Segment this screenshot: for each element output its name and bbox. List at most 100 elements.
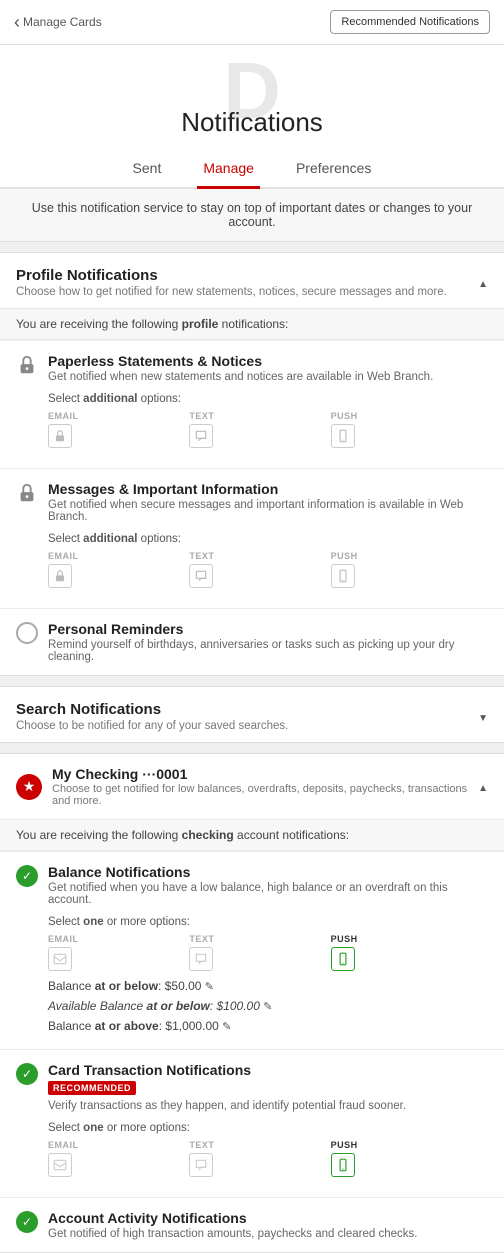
available-balance-item: Available Balance at or below: $100.00 ✎ [48, 999, 472, 1013]
personal-reminders-item: Personal Reminders Remind yourself of bi… [0, 608, 504, 675]
search-section-desc: Choose to be notified for any of your sa… [16, 720, 288, 732]
info-banner: Use this notification service to stay on… [0, 189, 504, 242]
email-icon-c [53, 1158, 67, 1172]
balance-push-option[interactable]: PUSH [331, 934, 472, 971]
card-transaction-title: Card Transaction Notifications [48, 1062, 406, 1078]
paperless-options-label: Select additional options: [48, 393, 488, 405]
profile-section-title: Profile Notifications [16, 267, 447, 284]
tab-manage[interactable]: Manage [197, 150, 260, 189]
phone-icon-c [336, 1158, 350, 1172]
email-icon-box-2[interactable] [48, 564, 72, 588]
profile-notifications-section: Profile Notifications Choose how to get … [0, 252, 504, 676]
checking-title: My Checking ···0001 [52, 766, 478, 782]
messages-text-option[interactable]: TEXT [189, 551, 330, 588]
email-label-c: EMAIL [48, 1140, 79, 1150]
personal-text: Personal Reminders Remind yourself of bi… [48, 621, 488, 663]
text-label-b: TEXT [189, 934, 214, 944]
card-email-option[interactable]: EMAIL [48, 1140, 189, 1177]
available-balance-edit-icon[interactable]: ✎ [263, 1001, 272, 1013]
tab-sent[interactable]: Sent [127, 150, 168, 189]
balance-desc: Get notified when you have a low balance… [48, 882, 488, 906]
email-icon-box-c[interactable] [48, 1153, 72, 1177]
card-transaction-header: ✓ Card Transaction Notifications RECOMME… [16, 1062, 488, 1112]
text-icon-box[interactable] [189, 424, 213, 448]
search-section-header[interactable]: Search Notifications Choose to be notifi… [0, 687, 504, 742]
account-activity-desc: Get notified of high transaction amounts… [48, 1228, 418, 1240]
paperless-email-option[interactable]: EMAIL [48, 411, 189, 448]
personal-title: Personal Reminders [48, 621, 488, 637]
card-transaction-desc: Verify transactions as they happen, and … [48, 1100, 406, 1112]
card-push-option[interactable]: PUSH [331, 1140, 472, 1177]
email-icon-box-b[interactable] [48, 947, 72, 971]
push-icon-box[interactable] [331, 424, 355, 448]
chat-icon-2 [194, 569, 208, 583]
push-label-2: PUSH [331, 551, 358, 561]
recommended-notifications-button[interactable]: Recommended Notifications [330, 10, 490, 34]
push-icon-box-b[interactable] [331, 947, 355, 971]
back-button[interactable]: Manage Cards [14, 12, 102, 33]
email-icon-box[interactable] [48, 424, 72, 448]
checking-desc: Choose to get notified for low balances,… [52, 783, 478, 807]
balance-options-label: Select one or more options: [48, 916, 488, 928]
account-activity-header: ✓ Account Activity Notifications Get not… [16, 1210, 488, 1240]
push-label: PUSH [331, 411, 358, 421]
profile-section-header[interactable]: Profile Notifications Choose how to get … [0, 253, 504, 308]
balance-below-item: Balance at or below: $50.00 ✎ [48, 979, 472, 993]
messages-email-option[interactable]: EMAIL [48, 551, 189, 588]
chat-icon [194, 429, 208, 443]
page-title: Notifications [0, 107, 504, 150]
push-icon-box-2[interactable] [331, 564, 355, 588]
lock-small-icon [53, 429, 67, 443]
search-section-title: Search Notifications [16, 701, 288, 718]
card-options-label: Select one or more options: [48, 1122, 488, 1134]
chat-icon-c [194, 1158, 208, 1172]
checking-section-collapse-icon[interactable] [478, 779, 488, 794]
push-icon-box-c[interactable] [331, 1153, 355, 1177]
text-icon-box-2[interactable] [189, 564, 213, 588]
lock-icon-2 [16, 482, 38, 504]
text-label-c: TEXT [189, 1140, 214, 1150]
balance-text-option[interactable]: TEXT [189, 934, 330, 971]
search-notifications-section: Search Notifications Choose to be notifi… [0, 686, 504, 743]
chat-icon-b [194, 952, 208, 966]
email-label-b: EMAIL [48, 934, 79, 944]
balance-email-option[interactable]: EMAIL [48, 934, 189, 971]
card-transaction-text: Card Transaction Notifications RECOMMEND… [48, 1062, 406, 1112]
checking-section: ★ My Checking ···0001 Choose to get noti… [0, 753, 504, 1253]
card-text-option[interactable]: TEXT [189, 1140, 330, 1177]
push-label-c: PUSH [331, 1140, 358, 1150]
messages-notification-item: Messages & Important Information Get not… [0, 468, 504, 608]
text-label-2: TEXT [189, 551, 214, 561]
paperless-push-option[interactable]: PUSH [331, 411, 472, 448]
personal-desc: Remind yourself of birthdays, anniversar… [48, 639, 488, 663]
paperless-text: Paperless Statements & Notices Get notif… [48, 353, 433, 383]
paperless-text-option[interactable]: TEXT [189, 411, 330, 448]
recommended-badge: RECOMMENDED [48, 1081, 136, 1095]
profile-section-title-area: Profile Notifications Choose how to get … [16, 267, 447, 298]
balance-below-edit-icon[interactable]: ✎ [205, 981, 214, 993]
balance-text: Balance Notifications Get notified when … [48, 864, 488, 906]
text-icon-box-c[interactable] [189, 1153, 213, 1177]
lock-icon [16, 354, 38, 376]
checking-header-left: ★ My Checking ···0001 Choose to get noti… [16, 766, 478, 807]
account-activity-title: Account Activity Notifications [48, 1210, 418, 1226]
card-options-row: EMAIL TEXT PUSH [48, 1140, 472, 1177]
check-circle-icon-2: ✓ [16, 1063, 38, 1085]
account-activity-item: ✓ Account Activity Notifications Get not… [0, 1197, 504, 1252]
personal-header: Personal Reminders Remind yourself of bi… [16, 621, 488, 663]
checking-section-header[interactable]: ★ My Checking ···0001 Choose to get noti… [0, 754, 504, 819]
tab-preferences[interactable]: Preferences [290, 150, 377, 189]
checking-title-area: My Checking ···0001 Choose to get notifi… [52, 766, 478, 807]
profile-section-collapse-icon[interactable] [478, 275, 488, 290]
paperless-options-row: EMAIL TEXT PUSH [48, 411, 472, 448]
balance-options-row: EMAIL TEXT PUSH [48, 934, 472, 971]
text-icon-box-b[interactable] [189, 947, 213, 971]
balance-above-edit-icon[interactable]: ✎ [222, 1021, 231, 1033]
messages-push-option[interactable]: PUSH [331, 551, 472, 588]
text-label: TEXT [189, 411, 214, 421]
profile-sub-banner: You are receiving the following profile … [0, 308, 504, 340]
star-icon: ★ [16, 774, 42, 800]
paperless-header: Paperless Statements & Notices Get notif… [16, 353, 488, 383]
search-section-expand-icon[interactable] [478, 709, 488, 724]
card-transaction-item: ✓ Card Transaction Notifications RECOMME… [0, 1049, 504, 1197]
